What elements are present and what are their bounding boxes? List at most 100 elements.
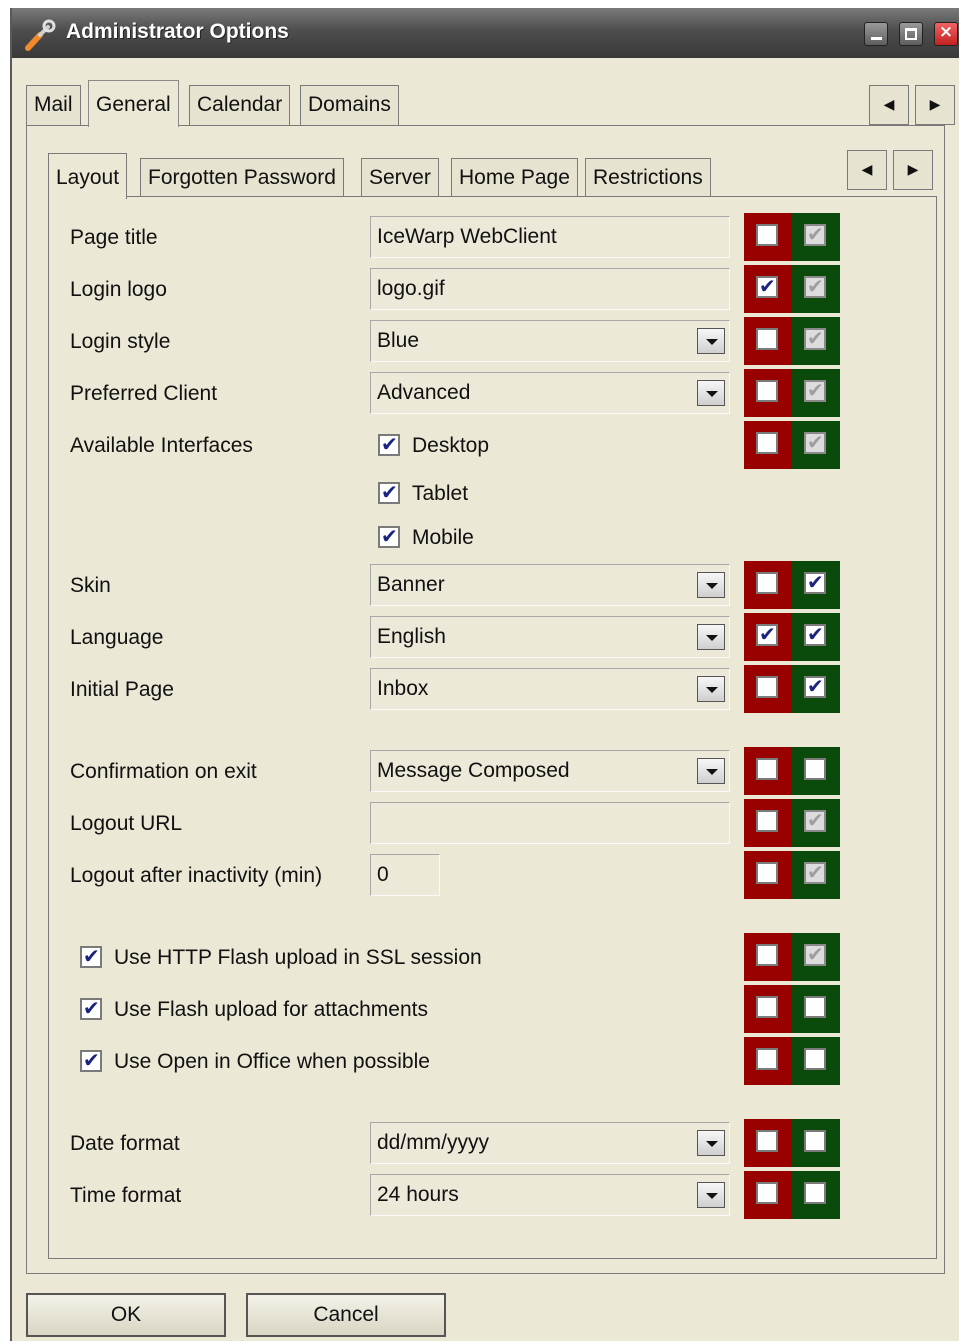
open-in-office-allow-checkbox[interactable]	[804, 1048, 826, 1070]
preferred-client-deny-checkbox[interactable]	[756, 380, 778, 402]
date-format-allow-checkbox[interactable]	[804, 1130, 826, 1152]
confirmation-on-exit-deny-lock	[744, 747, 792, 795]
login-logo-deny-checkbox[interactable]	[756, 274, 778, 298]
logout-url-deny-lock	[744, 799, 792, 847]
http-flash-ssl-label: Use HTTP Flash upload in SSL session	[114, 946, 482, 969]
close-button[interactable]: ×	[934, 22, 958, 46]
language-select[interactable]: English	[370, 616, 730, 658]
tab-mail[interactable]: Mail	[26, 85, 81, 125]
available-interfaces-allow-checkbox[interactable]	[804, 430, 826, 454]
login-logo-allow-checkbox[interactable]	[804, 274, 826, 298]
maximize-button[interactable]	[899, 22, 923, 46]
language-allow-lock	[792, 613, 840, 661]
dropdown-arrow-icon[interactable]	[697, 380, 725, 406]
tab-restrictions[interactable]: Restrictions	[585, 158, 711, 196]
tab-calendar[interactable]: Calendar	[189, 85, 291, 125]
skin-deny-checkbox[interactable]	[756, 572, 778, 594]
http-flash-ssl-deny-checkbox[interactable]	[756, 944, 778, 966]
http-flash-ssl-allow-checkbox[interactable]	[804, 942, 826, 966]
http-flash-ssl-checkbox[interactable]	[80, 944, 102, 968]
time-format-allow-lock	[792, 1171, 840, 1219]
logout-after-inactivity-label: Logout after inactivity (min)	[70, 864, 323, 887]
page-title-allow-checkbox[interactable]	[804, 222, 826, 246]
confirmation-on-exit-deny-checkbox[interactable]	[756, 758, 778, 780]
date-format-label: Date format	[70, 1132, 180, 1155]
flash-attachments-deny-lock	[744, 985, 792, 1033]
tab-server[interactable]: Server	[361, 158, 439, 196]
open-in-office-deny-lock	[744, 1037, 792, 1085]
login-style-deny-checkbox[interactable]	[756, 328, 778, 350]
skin-allow-checkbox[interactable]	[804, 570, 826, 594]
skin-select[interactable]: Banner	[370, 564, 730, 606]
tablet-checkbox[interactable]	[378, 480, 400, 504]
logout-url-allow-checkbox[interactable]	[804, 808, 826, 832]
outer-tabs-scroll-right[interactable]: ▶	[915, 85, 955, 125]
dropdown-arrow-icon[interactable]	[697, 758, 725, 784]
login-style-allow-checkbox[interactable]	[804, 326, 826, 350]
flash-attachments-checkbox[interactable]	[80, 996, 102, 1020]
desktop-checkbox[interactable]	[378, 432, 400, 456]
date-format-deny-lock	[744, 1119, 792, 1167]
triangle-right-icon: ▶	[929, 97, 941, 113]
dropdown-arrow-icon[interactable]	[697, 624, 725, 650]
logout-after-inactivity-allow-checkbox[interactable]	[804, 860, 826, 884]
tab-server-label: Server	[369, 166, 431, 189]
login-style-select[interactable]: Blue	[370, 320, 730, 362]
date-format-deny-checkbox[interactable]	[756, 1130, 778, 1152]
initial-page-select[interactable]: Inbox	[370, 668, 730, 710]
dropdown-arrow-icon[interactable]	[697, 676, 725, 702]
time-format-select[interactable]: 24 hours	[370, 1174, 730, 1216]
preferred-client-select[interactable]: Advanced	[370, 372, 730, 414]
page-title-input[interactable]: IceWarp WebClient	[370, 216, 730, 258]
tab-forgotten-password[interactable]: Forgotten Password	[140, 158, 344, 196]
tab-home-page[interactable]: Home Page	[451, 158, 578, 196]
login-logo-input[interactable]: logo.gif	[370, 268, 730, 310]
dropdown-arrow-icon[interactable]	[697, 328, 725, 354]
confirmation-on-exit-select[interactable]: Message Composed	[370, 750, 730, 792]
time-format-deny-lock	[744, 1171, 792, 1219]
inner-tabs-scroll-right[interactable]: ▶	[893, 150, 933, 190]
language-allow-checkbox[interactable]	[804, 622, 826, 646]
desktop-label: Desktop	[412, 434, 490, 457]
logout-url-label: Logout URL	[70, 812, 183, 835]
logout-after-inactivity-deny-checkbox[interactable]	[756, 862, 778, 884]
tab-general[interactable]: General	[88, 80, 179, 127]
available-interfaces-deny-lock	[744, 421, 792, 469]
page-title-deny-checkbox[interactable]	[756, 224, 778, 246]
initial-page-deny-checkbox[interactable]	[756, 676, 778, 698]
window-title: Administrator Options	[66, 20, 289, 43]
outer-tabs-scroll-left[interactable]: ◀	[869, 85, 909, 125]
date-format-select[interactable]: dd/mm/yyyy	[370, 1122, 730, 1164]
preferred-client-allow-checkbox[interactable]	[804, 378, 826, 402]
title-bar[interactable]: Administrator Options ×	[12, 8, 959, 58]
available-interfaces-deny-checkbox[interactable]	[756, 432, 778, 454]
logout-url-input[interactable]	[370, 802, 730, 844]
time-format-deny-checkbox[interactable]	[756, 1182, 778, 1204]
tab-domains-label: Domains	[308, 93, 391, 116]
dropdown-arrow-icon[interactable]	[697, 1182, 725, 1208]
dropdown-arrow-icon[interactable]	[697, 1130, 725, 1156]
flash-attachments-allow-lock	[792, 985, 840, 1033]
login-style-allow-lock	[792, 317, 840, 365]
initial-page-allow-checkbox[interactable]	[804, 674, 826, 698]
time-format-allow-checkbox[interactable]	[804, 1182, 826, 1204]
tab-domains[interactable]: Domains	[300, 85, 399, 125]
dropdown-arrow-icon[interactable]	[697, 572, 725, 598]
tab-layout[interactable]: Layout	[48, 153, 128, 199]
logout-after-inactivity-input[interactable]: 0	[370, 854, 440, 896]
mobile-checkbox[interactable]	[378, 524, 400, 548]
inner-tabs-scroll-left[interactable]: ◀	[847, 150, 887, 190]
flash-attachments-allow-checkbox[interactable]	[804, 996, 826, 1018]
open-in-office-deny-checkbox[interactable]	[756, 1048, 778, 1070]
minimize-button[interactable]	[864, 22, 888, 46]
language-deny-checkbox[interactable]	[756, 622, 778, 646]
triangle-right-icon: ▶	[907, 162, 919, 178]
flash-attachments-deny-checkbox[interactable]	[756, 996, 778, 1018]
cancel-button[interactable]: Cancel	[246, 1293, 446, 1337]
logout-url-deny-checkbox[interactable]	[756, 810, 778, 832]
ok-button[interactable]: OK	[26, 1293, 226, 1337]
date-format-value: dd/mm/yyyy	[377, 1131, 490, 1154]
confirmation-on-exit-allow-checkbox[interactable]	[804, 758, 826, 780]
open-in-office-checkbox[interactable]	[80, 1048, 102, 1072]
skin-label: Skin	[70, 574, 111, 597]
